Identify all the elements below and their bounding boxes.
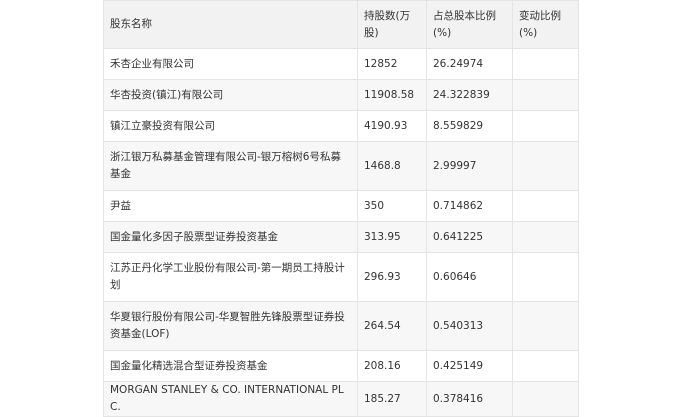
ratio-cell: 0.60646 bbox=[426, 252, 513, 302]
holder-name-cell: 尹益 bbox=[103, 190, 358, 222]
shares-cell: 185.27 bbox=[357, 381, 427, 417]
ratio-cell: 2.99997 bbox=[426, 141, 513, 191]
ratio-cell: 0.714862 bbox=[426, 190, 513, 222]
holder-name-cell: 华夏银行股份有限公司-华夏智胜先锋股票型证券投资基金(LOF) bbox=[103, 301, 358, 351]
change-cell bbox=[512, 190, 579, 222]
holder-name-cell: 浙江银万私募基金管理有限公司-银万榕树6号私募基金 bbox=[103, 141, 358, 191]
table-row: 华杏投资(镇江)有限公司 11908.58 24.322839 bbox=[103, 79, 579, 111]
change-cell bbox=[512, 381, 579, 417]
change-cell bbox=[512, 301, 579, 351]
ratio-cell: 24.322839 bbox=[426, 79, 513, 111]
holder-name-cell: 国金量化多因子股票型证券投资基金 bbox=[103, 221, 358, 253]
change-cell bbox=[512, 221, 579, 253]
header-change: 变动比例(%) bbox=[512, 0, 579, 49]
shares-cell: 264.54 bbox=[357, 301, 427, 351]
table-row: 江苏正丹化学工业股份有限公司-第一期员工持股计划 296.93 0.60646 bbox=[103, 252, 579, 302]
table-row: 禾杏企业有限公司 12852 26.24974 bbox=[103, 48, 579, 80]
header-holder-name: 股东名称 bbox=[103, 0, 358, 49]
shares-cell: 1468.8 bbox=[357, 141, 427, 191]
header-row: 股东名称 持股数(万股) 占总股本比例(%) 变动比例(%) bbox=[103, 0, 579, 49]
change-cell bbox=[512, 48, 579, 80]
change-cell bbox=[512, 252, 579, 302]
holder-name-cell: 国金量化精选混合型证券投资基金 bbox=[103, 350, 358, 382]
shares-cell: 313.95 bbox=[357, 221, 427, 253]
holder-name-cell: 禾杏企业有限公司 bbox=[103, 48, 358, 80]
shares-cell: 11908.58 bbox=[357, 79, 427, 111]
ratio-cell: 0.425149 bbox=[426, 350, 513, 382]
shares-cell: 296.93 bbox=[357, 252, 427, 302]
change-cell bbox=[512, 79, 579, 111]
ratio-cell: 0.540313 bbox=[426, 301, 513, 351]
table-row: 浙江银万私募基金管理有限公司-银万榕树6号私募基金 1468.8 2.99997 bbox=[103, 141, 579, 191]
holder-name-cell: 镇江立豪投资有限公司 bbox=[103, 110, 358, 142]
change-cell bbox=[512, 110, 579, 142]
table-row: 尹益 350 0.714862 bbox=[103, 190, 579, 222]
shares-cell: 4190.93 bbox=[357, 110, 427, 142]
change-cell bbox=[512, 350, 579, 382]
shareholder-table: 股东名称 持股数(万股) 占总股本比例(%) 变动比例(%) 禾杏企业有限公司 … bbox=[103, 0, 579, 417]
ratio-cell: 8.559829 bbox=[426, 110, 513, 142]
shares-cell: 208.16 bbox=[357, 350, 427, 382]
holder-name-cell: 江苏正丹化学工业股份有限公司-第一期员工持股计划 bbox=[103, 252, 358, 302]
table-row: 国金量化精选混合型证券投资基金 208.16 0.425149 bbox=[103, 350, 579, 382]
shares-cell: 12852 bbox=[357, 48, 427, 80]
table-row: 镇江立豪投资有限公司 4190.93 8.559829 bbox=[103, 110, 579, 142]
ratio-cell: 0.378416 bbox=[426, 381, 513, 417]
shareholder-table-container: 股东名称 持股数(万股) 占总股本比例(%) 变动比例(%) 禾杏企业有限公司 … bbox=[103, 0, 579, 417]
table-row: MORGAN STANLEY & CO. INTERNATIONAL PLC. … bbox=[103, 381, 579, 417]
header-shares: 持股数(万股) bbox=[357, 0, 427, 49]
table-row: 华夏银行股份有限公司-华夏智胜先锋股票型证券投资基金(LOF) 264.54 0… bbox=[103, 301, 579, 351]
holder-name-cell: MORGAN STANLEY & CO. INTERNATIONAL PLC. bbox=[103, 381, 358, 417]
table-header: 股东名称 持股数(万股) 占总股本比例(%) 变动比例(%) bbox=[103, 0, 579, 49]
table-body: 禾杏企业有限公司 12852 26.24974 华杏投资(镇江)有限公司 119… bbox=[103, 48, 579, 417]
header-ratio: 占总股本比例(%) bbox=[426, 0, 513, 49]
ratio-cell: 0.641225 bbox=[426, 221, 513, 253]
table-row: 国金量化多因子股票型证券投资基金 313.95 0.641225 bbox=[103, 221, 579, 253]
shares-cell: 350 bbox=[357, 190, 427, 222]
ratio-cell: 26.24974 bbox=[426, 48, 513, 80]
change-cell bbox=[512, 141, 579, 191]
holder-name-cell: 华杏投资(镇江)有限公司 bbox=[103, 79, 358, 111]
